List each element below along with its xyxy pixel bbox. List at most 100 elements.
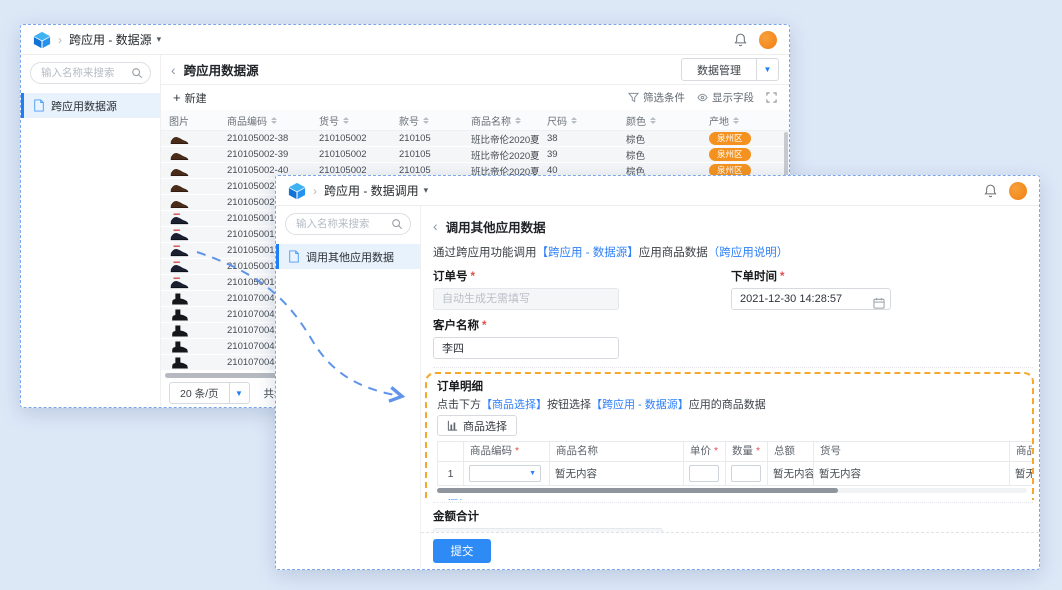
sort-icon[interactable] — [271, 117, 277, 124]
breadcrumb-chevron-icon: › — [58, 33, 62, 47]
cell-image-empty: 暂无内容 — [1009, 461, 1032, 485]
total-amount-label: 金额合计 — [433, 508, 663, 524]
cell-size: 39 — [539, 149, 618, 160]
column-header-style-no: 款号 — [391, 113, 463, 128]
product-select-link[interactable]: 【商品选择】 — [481, 399, 547, 411]
add-row-button[interactable]: + 添加 — [437, 496, 1032, 500]
order-no-input[interactable] — [433, 288, 619, 310]
submit-button[interactable]: 提交 — [433, 539, 491, 563]
sort-icon[interactable] — [515, 117, 521, 124]
table-row[interactable]: 210105002-39 210105002 210105 班比帝伦2020夏季… — [161, 147, 789, 163]
sneaker-shoe-image — [169, 261, 189, 273]
notification-bell-icon[interactable] — [733, 32, 748, 48]
table-header-row: 图片 商品编码 货号 款号 商品名称 尺码 颜色 产地 — [161, 110, 789, 131]
cell-color: 棕色 — [618, 148, 701, 162]
section-divider — [433, 367, 1033, 368]
required-mark: * — [471, 271, 475, 283]
column-header-code: 商品编码 — [219, 113, 311, 128]
cell-product-name-empty: 暂无内容 — [549, 461, 683, 485]
data-manage-button[interactable]: 数据管理 ▼ — [681, 58, 779, 81]
detail-hint: 点击下方【商品选择】按钮选择【跨应用 - 数据源】应用的商品数据 — [437, 396, 1032, 412]
notification-bell-icon[interactable] — [983, 183, 998, 199]
datasource-app-link[interactable]: 【跨应用 - 数据源】 — [591, 399, 689, 411]
datasource-header: › 跨应用 - 数据源 ▾ — [21, 25, 789, 55]
new-record-button[interactable]: + 新建 — [173, 90, 207, 106]
column-header-item-no: 货号 — [311, 113, 391, 128]
product-thumbnail — [161, 293, 219, 305]
filter-button[interactable]: 筛选条件 — [628, 90, 685, 105]
product-thumbnail — [161, 181, 219, 193]
loafer-shoe-image — [169, 181, 189, 193]
sort-icon[interactable] — [343, 117, 349, 124]
app-title[interactable]: 跨应用 - 数据源 — [69, 31, 152, 48]
cell-item-no-empty: 暂无内容 — [813, 461, 1009, 485]
sneaker-shoe-image — [169, 229, 189, 241]
data-manage-caret-icon[interactable]: ▼ — [756, 59, 778, 80]
price-input[interactable] — [689, 465, 719, 482]
column-header-origin: 产地 — [701, 113, 789, 128]
cell-style-no: 210105 — [391, 133, 463, 144]
app-logo-cube-icon — [288, 182, 306, 200]
detail-table-header: 商品编码* 商品名称 单价* 数量* 总额 货号 商品图片 — [437, 442, 1032, 461]
product-thumbnail — [161, 277, 219, 289]
datacall-header: › 跨应用 - 数据调用 ▾ — [276, 176, 1039, 206]
product-thumbnail — [161, 149, 219, 161]
sort-icon[interactable] — [571, 117, 577, 124]
sidebar-item-label: 调用其他应用数据 — [306, 249, 394, 265]
table-row[interactable]: 210105002-38 210105002 210105 班比帝伦2020夏季… — [161, 131, 789, 147]
sidebar-item-datasource[interactable]: 跨应用数据源 — [21, 93, 160, 118]
boot-shoe-image — [169, 341, 189, 353]
customer-name-input[interactable] — [433, 337, 619, 359]
funnel-icon — [628, 92, 639, 103]
loafer-shoe-image — [169, 149, 189, 161]
display-fields-button[interactable]: 显示字段 — [697, 90, 754, 105]
app-logo-cube-icon — [33, 31, 51, 49]
sneaker-shoe-image — [169, 277, 189, 289]
eye-icon — [697, 92, 708, 103]
page-size-select[interactable]: 20 条/页 ▼ — [169, 382, 250, 404]
product-select-button[interactable]: 商品选择 — [437, 415, 517, 436]
page-size-caret-icon[interactable]: ▼ — [229, 383, 249, 403]
cell-color: 棕色 — [618, 132, 701, 146]
back-chevron-icon[interactable]: ‹ — [433, 219, 438, 233]
column-header-total: 总额 — [767, 442, 813, 461]
bar-chart-icon — [447, 420, 458, 431]
column-header-price: 单价* — [683, 442, 725, 461]
detail-table-scrollbar[interactable] — [437, 488, 1027, 493]
app-switch-caret-icon[interactable]: ▾ — [424, 185, 429, 196]
row-index: 1 — [437, 461, 463, 485]
datasource-sidebar: 跨应用数据源 — [21, 55, 161, 406]
breadcrumb-chevron-icon: › — [313, 184, 317, 198]
sort-icon[interactable] — [733, 117, 739, 124]
sort-icon[interactable] — [423, 117, 429, 124]
datacall-window: › 跨应用 - 数据调用 ▾ 调用其他应用数据 — [275, 175, 1040, 570]
form-footer: 提交 — [421, 532, 1039, 568]
column-header-image: 商品图片 — [1009, 442, 1032, 461]
detail-table: 商品编码* 商品名称 单价* 数量* 总额 货号 商品图片 1 — [437, 441, 1032, 486]
qty-input[interactable] — [731, 465, 761, 482]
product-code-select[interactable]: ▼ — [469, 465, 541, 482]
boot-shoe-image — [169, 357, 189, 369]
order-time-input[interactable] — [731, 288, 891, 310]
cross-app-help-link[interactable]: （跨应用说明） — [708, 247, 789, 259]
calendar-icon[interactable] — [873, 297, 885, 309]
datasource-app-link[interactable]: 【跨应用 - 数据源】 — [537, 247, 639, 259]
cell-product-name: 班比帝伦2020夏季真皮.. — [463, 148, 539, 162]
app-switch-caret-icon[interactable]: ▾ — [157, 34, 162, 45]
cell-size: 38 — [539, 133, 618, 144]
user-avatar[interactable] — [759, 31, 777, 49]
sort-icon[interactable] — [650, 117, 656, 124]
user-avatar[interactable] — [1009, 182, 1027, 200]
back-chevron-icon[interactable]: ‹ — [171, 63, 176, 77]
product-thumbnail — [161, 165, 219, 177]
fullscreen-icon[interactable] — [766, 92, 777, 103]
desktop-background: { "colors": { "background": "#dde8f7", "… — [0, 0, 1062, 590]
required-mark: * — [780, 271, 784, 283]
plus-icon: + — [437, 498, 443, 500]
loafer-shoe-image — [169, 165, 189, 177]
product-thumbnail — [161, 245, 219, 257]
required-mark: * — [482, 320, 486, 332]
sidebar-item-datacall[interactable]: 调用其他应用数据 — [276, 244, 420, 269]
origin-badge: 泉州区 — [709, 148, 751, 161]
app-title[interactable]: 跨应用 - 数据调用 — [324, 182, 419, 199]
